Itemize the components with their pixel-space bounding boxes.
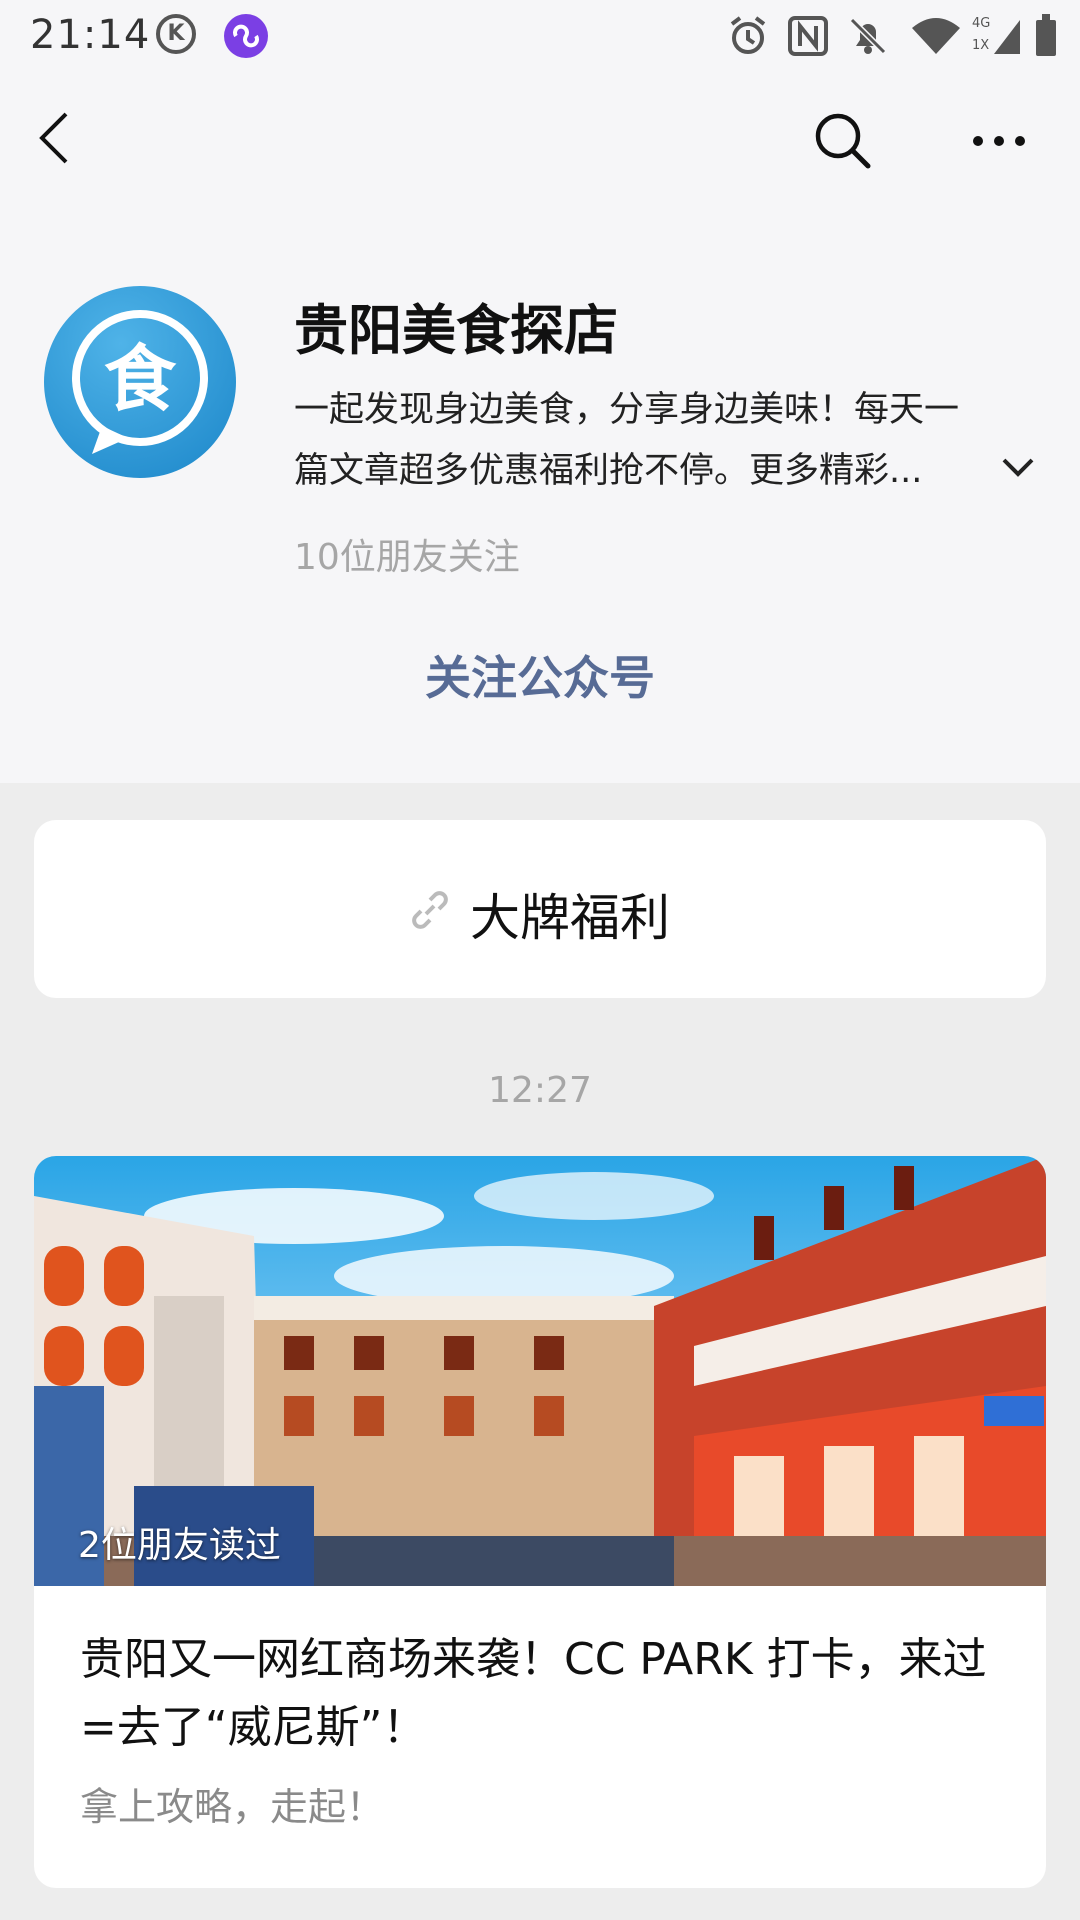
message-timestamp: 12:27 xyxy=(488,1070,592,1111)
status-time: 21:14 xyxy=(30,12,151,58)
account-avatar[interactable]: 食 xyxy=(44,286,236,478)
battery-icon xyxy=(1036,14,1056,56)
more-button[interactable] xyxy=(968,110,1030,172)
menu-item-brand-benefits[interactable]: 大牌福利 xyxy=(34,820,1046,998)
link-icon xyxy=(412,891,448,929)
chevron-down-icon[interactable] xyxy=(998,452,1038,482)
more-icon xyxy=(973,136,1025,146)
mute-icon xyxy=(849,17,887,55)
friends-read-badge: 2位朋友读过 xyxy=(78,1525,281,1566)
article-card[interactable]: 2位朋友读过 贵阳又一网红商场来袭！CC PARK 打卡，来过=去了“威尼斯”！… xyxy=(34,1156,1046,1888)
status-bar: 21:14 K 4G 1X xyxy=(0,0,1080,72)
followers-count: 10位朋友关注 xyxy=(294,537,520,578)
k-app-icon: K xyxy=(156,14,196,54)
account-header: 21:14 K 4G 1X 食 贵阳美食探店 一起发现身边美食，分享身边美味！每… xyxy=(0,0,1080,783)
link-app-icon xyxy=(224,14,268,58)
nav-bar xyxy=(0,80,1080,200)
description-line-2: 篇文章超多优惠福利抢不停。更多精彩... xyxy=(294,451,923,491)
article-subtitle: 拿上攻略，走起！ xyxy=(80,1785,385,1829)
back-button[interactable] xyxy=(28,108,88,168)
account-name: 贵阳美食探店 xyxy=(294,299,618,362)
follow-button[interactable]: 关注公众号 xyxy=(0,642,1080,708)
account-description[interactable]: 一起发现身边美食，分享身边美味！每天一 篇文章超多优惠福利抢不停。更多精彩... xyxy=(294,380,1038,502)
menu-card: 大牌福利 xyxy=(34,820,1046,998)
wifi-icon xyxy=(912,18,960,54)
article-title[interactable]: 贵阳又一网红商场来袭！CC PARK 打卡，来过=去了“威尼斯”！ xyxy=(80,1626,1010,1762)
search-icon xyxy=(815,113,871,169)
follow-button-label: 关注公众号 xyxy=(425,651,655,705)
description-line-1: 一起发现身边美食，分享身边美味！每天一 xyxy=(294,390,960,430)
menu-item-label: 大牌福利 xyxy=(470,889,670,947)
search-button[interactable] xyxy=(812,110,874,172)
alarm-icon xyxy=(730,16,766,54)
avatar-char: 食 xyxy=(104,336,177,421)
signal-4g-icon: 4G 1X xyxy=(972,14,1022,58)
back-chevron-icon xyxy=(39,112,68,164)
nfc-icon xyxy=(788,16,828,56)
